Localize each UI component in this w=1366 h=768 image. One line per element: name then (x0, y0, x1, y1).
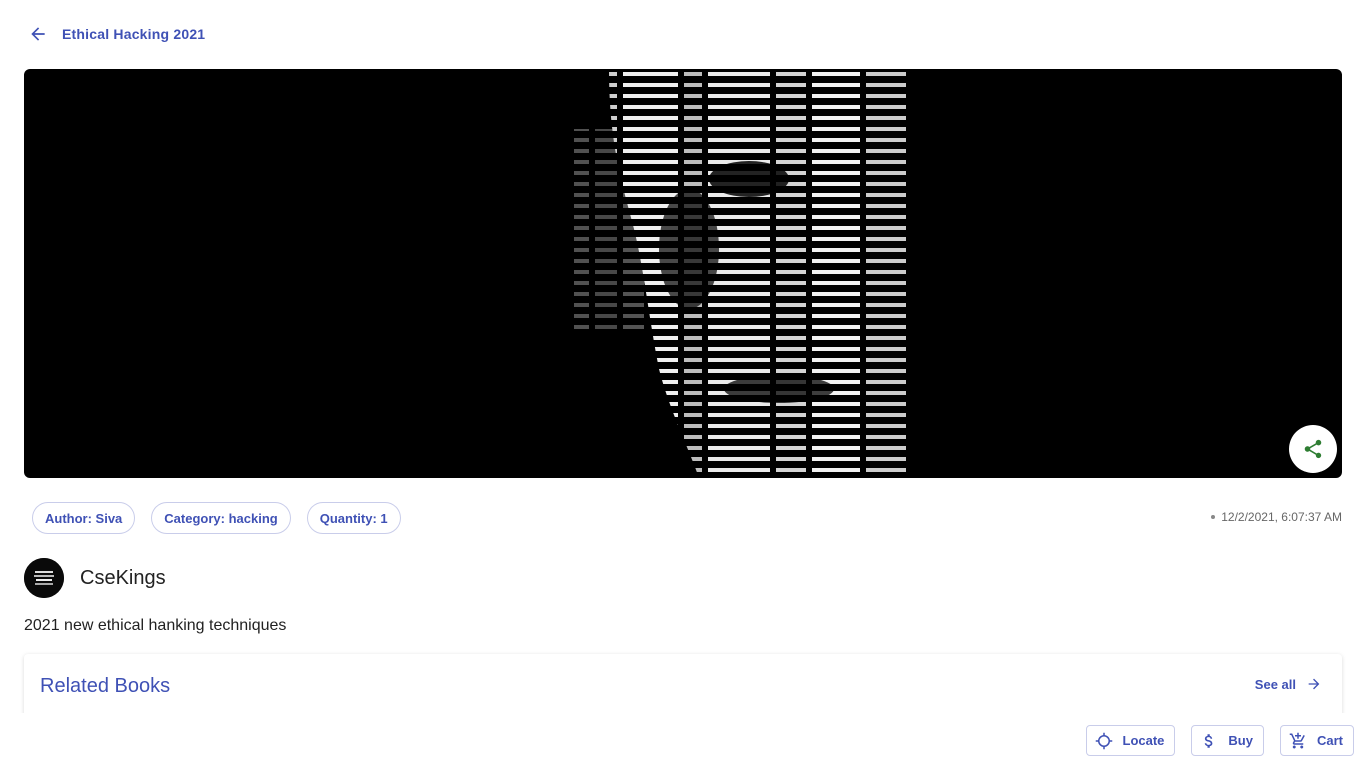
cart-button[interactable]: Cart (1279, 725, 1354, 756)
avatar[interactable] (24, 558, 64, 598)
arrow-right-icon (1308, 678, 1320, 690)
bottom-action-bar: Locate Buy Cart (0, 713, 1366, 768)
see-all-button[interactable]: See all (1255, 676, 1322, 692)
timestamp-text: 12/2/2021, 6:07:37 AM (1221, 510, 1342, 524)
see-all-label: See all (1254, 676, 1296, 692)
dollar-icon (1205, 733, 1213, 748)
cover-artwork (549, 69, 909, 478)
quantity-chip[interactable]: Quantity: 1 (306, 502, 401, 534)
post-timestamp: 12/2/2021, 6:07:37 AM (1211, 510, 1342, 524)
back-button[interactable] (24, 20, 52, 48)
owner-info: CseKings (24, 558, 166, 598)
book-info-chips: Author: Siva Category: hacking Quantity:… (32, 502, 401, 534)
page-title: Ethical Hacking 2021 (62, 26, 206, 42)
related-books-title: Related Books (40, 675, 171, 697)
arrow-left-icon (31, 27, 45, 41)
locate-button[interactable]: Locate (1085, 725, 1176, 756)
cart-icon (1289, 732, 1305, 748)
locate-label: Locate (1122, 733, 1165, 748)
owner-name: CseKings (80, 566, 166, 589)
action-buttons: Locate Buy Cart (1085, 725, 1354, 756)
category-chip[interactable]: Category: hacking (151, 502, 291, 534)
book-cover-image (24, 69, 1342, 478)
cart-label: Cart (1316, 733, 1343, 748)
buy-label: Buy (1228, 733, 1253, 748)
dot-icon (1211, 515, 1216, 519)
header: Ethical Hacking 2021 (24, 20, 205, 48)
book-description: 2021 new ethical hanking techniques (24, 617, 287, 634)
locate-icon (1095, 732, 1112, 749)
author-chip[interactable]: Author: Siva (32, 502, 136, 534)
share-icon (1304, 439, 1322, 459)
buy-button[interactable]: Buy (1191, 725, 1264, 756)
avatar-image (24, 558, 64, 598)
share-button[interactable] (1289, 425, 1337, 473)
